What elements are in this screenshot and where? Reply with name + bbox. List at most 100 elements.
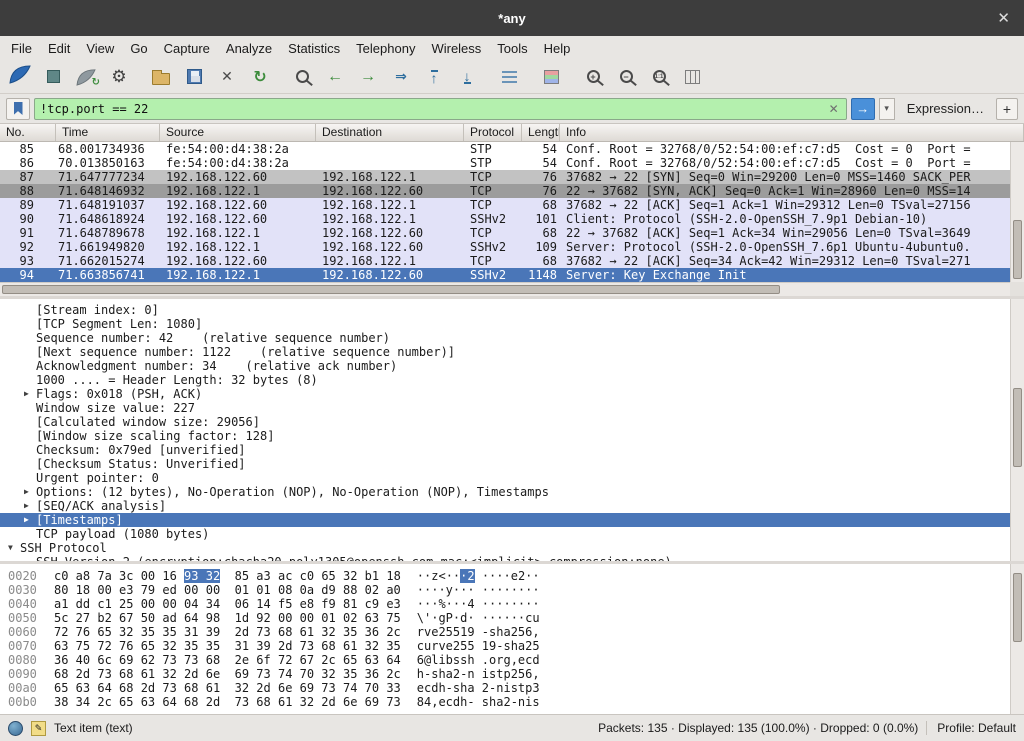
zoom-100-button[interactable]: 1:1 [644,63,674,91]
packet-list-horizontal-scrollbar[interactable] [0,282,1010,296]
zoom-in-button[interactable]: + [578,63,608,91]
detail-line[interactable]: [Window size scaling factor: 128] [0,429,1010,443]
menu-item-tools[interactable]: Tools [489,38,535,59]
detail-line[interactable]: Acknowledgment number: 34 (relative ack … [0,359,1010,373]
menu-item-analyze[interactable]: Analyze [218,38,280,59]
filter-bookmark-button[interactable] [6,98,30,120]
column-header-source[interactable]: Source [160,124,316,141]
detail-line[interactable]: Urgent pointer: 0 [0,471,1010,485]
scrollbar-thumb[interactable] [1013,388,1022,467]
packet-list-vertical-scrollbar[interactable] [1010,142,1024,282]
detail-line[interactable]: [Stream index: 0] [0,303,1010,317]
close-file-button[interactable]: ✕ [212,63,242,91]
expert-info-icon[interactable] [8,721,23,736]
colorize-button[interactable] [536,63,566,91]
hex-row[interactable]: 006072 76 65 32 35 35 31 39 2d 73 68 61 … [8,625,1024,639]
hex-row[interactable]: 009068 2d 73 68 61 32 2d 6e 69 73 74 70 … [8,667,1024,681]
expression-button[interactable]: Expression… [899,101,992,116]
column-header-destination[interactable]: Destination [316,124,464,141]
expand-arrow-icon[interactable]: ▼ [6,541,20,555]
detail-line[interactable]: SSH Version 2 (encryption:chacha20-poly1… [0,555,1010,561]
go-forward-button[interactable]: → [353,63,383,91]
packet-row[interactable]: 9271.661949820192.168.122.1192.168.122.6… [0,240,1010,254]
column-header-no[interactable]: No. [0,124,56,141]
column-header-time[interactable]: Time [56,124,160,141]
close-icon[interactable]: ✕ [997,0,1010,36]
hex-row[interactable]: 00505c 27 b2 67 50 ad 64 98 1d 92 00 00 … [8,611,1024,625]
packet-row[interactable]: 8971.648191037192.168.122.60192.168.122.… [0,198,1010,212]
hex-row[interactable]: 0040a1 dd c1 25 00 00 04 34 06 14 f5 e8 … [8,597,1024,611]
hex-row[interactable]: 00a065 63 64 68 2d 73 68 61 32 2d 6e 69 … [8,681,1024,695]
detail-line[interactable]: TCP payload (1080 bytes) [0,527,1010,541]
detail-line[interactable]: 1000 .... = Header Length: 32 bytes (8) [0,373,1010,387]
go-back-button[interactable]: ← [320,63,350,91]
capture-options-button[interactable]: ⚙ [104,63,134,91]
column-header-length[interactable]: Length [522,124,560,141]
find-packet-button[interactable] [287,63,317,91]
add-filter-button[interactable]: + [996,98,1018,120]
detail-line[interactable]: ▶[SEQ/ACK analysis] [0,499,1010,513]
start-capture-button[interactable] [5,63,35,91]
detail-line[interactable]: [Checksum Status: Unverified] [0,457,1010,471]
detail-line[interactable]: ▶Flags: 0x018 (PSH, ACK) [0,387,1010,401]
status-profile-text[interactable]: Profile: Default [926,721,1016,735]
packet-row[interactable]: 9471.663856741192.168.122.1192.168.122.6… [0,268,1010,282]
resize-columns-button[interactable] [677,63,707,91]
save-file-button[interactable] [179,63,209,91]
detail-line[interactable]: [Next sequence number: 1122 (relative se… [0,345,1010,359]
expand-arrow-icon[interactable]: ▶ [22,485,36,499]
menu-item-edit[interactable]: Edit [40,38,78,59]
menu-item-telephony[interactable]: Telephony [348,38,423,59]
menu-item-wireless[interactable]: Wireless [423,38,489,59]
detail-line[interactable]: ▼SSH Protocol [0,541,1010,555]
goto-packet-button[interactable]: ⇒ [386,63,416,91]
menu-item-statistics[interactable]: Statistics [280,38,348,59]
detail-line[interactable]: Checksum: 0x79ed [unverified] [0,443,1010,457]
apply-filter-button[interactable]: → [851,98,875,120]
restart-capture-button[interactable]: ↻ [71,63,101,91]
column-header-protocol[interactable]: Protocol [464,124,522,141]
expand-arrow-icon[interactable]: ▶ [22,387,36,401]
hex-row[interactable]: 008036 40 6c 69 62 73 73 68 2e 6f 72 67 … [8,653,1024,667]
reload-file-button[interactable]: ↻ [245,63,275,91]
detail-line[interactable]: [Calculated window size: 29056] [0,415,1010,429]
packet-row[interactable]: 8568.001734936fe:54:00:d4:38:2aSTP54Conf… [0,142,1010,156]
detail-line[interactable]: Sequence number: 42 (relative sequence n… [0,331,1010,345]
packet-row[interactable]: 8771.647777234192.168.122.60192.168.122.… [0,170,1010,184]
menu-item-go[interactable]: Go [122,38,155,59]
detail-line[interactable]: [TCP Segment Len: 1080] [0,317,1010,331]
menu-item-view[interactable]: View [78,38,122,59]
expand-arrow-icon[interactable]: ▶ [22,513,36,527]
hex-row[interactable]: 007063 75 72 76 65 32 35 35 31 39 2d 73 … [8,639,1024,653]
detail-vertical-scrollbar[interactable] [1010,299,1024,561]
hex-row[interactable]: 0020c0 a8 7a 3c 00 16 93 32 85 a3 ac c0 … [8,569,1024,583]
last-packet-button[interactable]: ↓ [452,63,482,91]
display-filter-field[interactable]: ✕ [34,98,847,120]
scrollbar-thumb[interactable] [1013,220,1022,279]
packet-row[interactable]: 9171.648789678192.168.122.1192.168.122.6… [0,226,1010,240]
menu-item-help[interactable]: Help [536,38,579,59]
detail-line[interactable]: ▶[Timestamps] [0,513,1010,527]
expand-arrow-icon[interactable]: ▶ [22,499,36,513]
scrollbar-thumb[interactable] [2,285,780,294]
zoom-out-button[interactable]: − [611,63,641,91]
hex-row[interactable]: 003080 18 00 e3 79 ed 00 00 01 01 08 0a … [8,583,1024,597]
hex-row[interactable]: 00b038 34 2c 65 63 64 68 2d 73 68 61 32 … [8,695,1024,709]
packet-row[interactable]: 8670.013850163fe:54:00:d4:38:2aSTP54Conf… [0,156,1010,170]
open-file-button[interactable] [146,63,176,91]
hex-vertical-scrollbar[interactable] [1010,564,1024,714]
packet-row[interactable]: 8871.648146932192.168.122.1192.168.122.6… [0,184,1010,198]
menu-item-file[interactable]: File [3,38,40,59]
column-header-info[interactable]: Info [560,124,1024,141]
detail-line[interactable]: Window size value: 227 [0,401,1010,415]
menu-item-capture[interactable]: Capture [156,38,218,59]
first-packet-button[interactable]: ↑ [419,63,449,91]
stop-capture-button[interactable] [38,63,68,91]
clear-filter-icon[interactable]: ✕ [827,102,841,116]
capture-comment-icon[interactable]: ✎ [31,721,46,736]
filter-dropdown-button[interactable]: ▾ [879,98,895,120]
autoscroll-button[interactable] [494,63,524,91]
packet-row[interactable]: 9371.662015274192.168.122.60192.168.122.… [0,254,1010,268]
packet-row[interactable]: 9071.648618924192.168.122.60192.168.122.… [0,212,1010,226]
scrollbar-thumb[interactable] [1013,573,1022,642]
